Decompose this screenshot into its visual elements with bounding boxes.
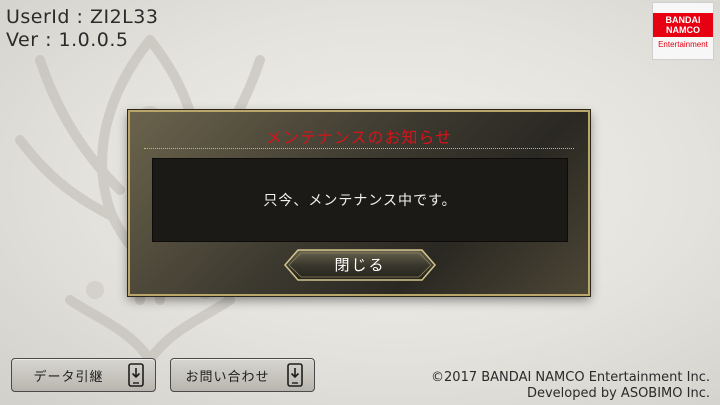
close-button[interactable]: 閉じる bbox=[284, 249, 436, 281]
contact-button[interactable]: お問い合わせ bbox=[170, 358, 315, 392]
contact-label: お問い合わせ bbox=[185, 369, 270, 385]
title-divider bbox=[144, 148, 574, 149]
logo-sub-text: Entertainment bbox=[658, 40, 708, 49]
maintenance-message: 只今、メンテナンス中です。 bbox=[263, 193, 457, 209]
close-button-label: 閉じる bbox=[334, 256, 386, 274]
maintenance-dialog: メンテナンスのお知らせ 只今、メンテナンス中です。 閉じる bbox=[128, 110, 590, 296]
phone-mail-icon bbox=[287, 363, 303, 387]
phone-download-icon bbox=[128, 363, 144, 387]
data-transfer-button[interactable]: データ引継 bbox=[11, 358, 156, 392]
logo-brand-text: BANDAI NAMCO bbox=[653, 13, 713, 37]
user-id-text: UserId : ZI2L33 bbox=[6, 6, 159, 28]
data-transfer-label: データ引継 bbox=[33, 369, 104, 385]
copyright-block: ©2017 BANDAI NAMCO Entertainment Inc. De… bbox=[431, 370, 710, 402]
dialog-title: メンテナンスのお知らせ bbox=[265, 128, 453, 147]
message-panel: 只今、メンテナンス中です。 bbox=[152, 158, 568, 242]
copyright-line-1: ©2017 BANDAI NAMCO Entertainment Inc. bbox=[431, 370, 710, 385]
copyright-line-2: Developed by ASOBIMO Inc. bbox=[526, 386, 710, 401]
version-text: Ver : 1.0.0.5 bbox=[6, 29, 129, 51]
publisher-logo: BANDAI NAMCO Entertainment bbox=[652, 2, 714, 60]
account-info: UserId : ZI2L33 Ver : 1.0.0.5 bbox=[6, 6, 158, 52]
